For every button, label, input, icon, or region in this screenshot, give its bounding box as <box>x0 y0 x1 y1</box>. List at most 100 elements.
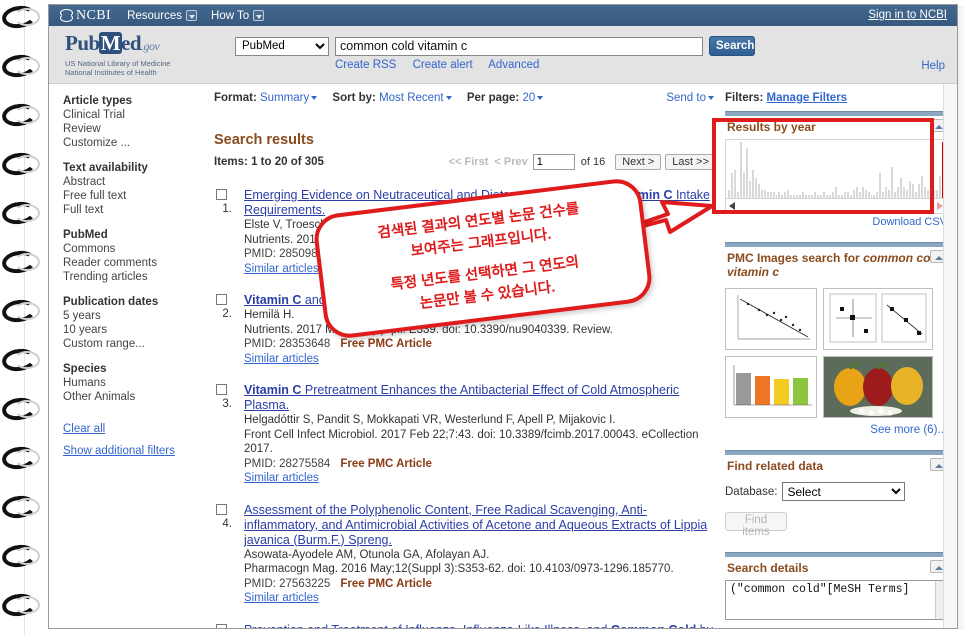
portlet-header: PMC Images search for common cold vitami… <box>725 247 947 284</box>
search-sublinks: Create RSS Create alert Advanced <box>335 59 552 71</box>
filter-item-other-animals[interactable]: Other Animals <box>63 390 203 404</box>
filter-item-5-years[interactable]: 5 years <box>63 309 203 323</box>
format-dropdown[interactable]: Format: Summary <box>214 92 318 104</box>
filter-item-humans[interactable]: Humans <box>63 376 203 390</box>
histogram-bar[interactable] <box>935 190 938 198</box>
filter-item-custom-range[interactable]: Custom range... <box>63 337 203 351</box>
filter-head: Text availability <box>63 162 148 174</box>
sort-value: Most Recent <box>379 92 444 104</box>
filter-item-review[interactable]: Review <box>63 122 203 136</box>
advanced-link[interactable]: Advanced <box>488 59 539 71</box>
related-database-select[interactable]: Select <box>782 482 906 501</box>
clear-all-link[interactable]: Clear all <box>63 423 203 435</box>
result-checkbox[interactable] <box>216 294 227 305</box>
result-item: 5. Prevention and Treatment of Influenza… <box>214 623 714 629</box>
result-checkbox[interactable] <box>216 384 227 395</box>
result-checkbox[interactable] <box>216 189 227 200</box>
notebook-page: NCBI Resources How To Sign in to NCBI Pu… <box>0 0 971 635</box>
result-authors: Asowata-Ayodele AM, Otunola GA, Afolayan… <box>244 548 490 561</box>
filter-item-full-text[interactable]: Full text <box>63 203 203 217</box>
chevron-down-icon <box>311 95 318 100</box>
find-items-button[interactable]: Find items <box>725 512 787 538</box>
pagination: << First < Prev of 16 Next > Last >> <box>449 154 716 170</box>
search-input[interactable] <box>335 36 703 56</box>
sort-dropdown[interactable]: Sort by: Most Recent <box>332 92 452 104</box>
send-to-dropdown[interactable]: Send to <box>666 92 714 104</box>
spiral-ring <box>0 297 46 325</box>
database-row: Database: Select <box>725 482 947 501</box>
menu-how-to[interactable]: How To <box>211 10 265 22</box>
spiral-ring <box>0 346 46 374</box>
spiral-ring <box>0 150 46 178</box>
pager-first[interactable]: << First <box>449 156 489 168</box>
spiral-ring <box>0 444 46 472</box>
pager-last[interactable]: Last >> <box>665 154 716 170</box>
manage-filters-link[interactable]: Manage Filters <box>767 92 848 104</box>
perpage-value: 20 <box>522 92 536 104</box>
result-title[interactable]: Vitamin C Pretreatment Enhances the Anti… <box>244 383 714 413</box>
spiral-ring <box>0 493 46 521</box>
chevron-down-icon <box>537 95 544 100</box>
result-meta: PMID: 27563225 Free PMC Article <box>244 577 714 592</box>
sign-in-link[interactable]: Sign in to NCBI <box>868 9 947 21</box>
thumbnail-two-panel-forest-plot[interactable] <box>823 288 933 350</box>
create-alert-link[interactable]: Create alert <box>413 59 473 71</box>
filter-item-10-years[interactable]: 10 years <box>63 323 203 337</box>
spiral-ring <box>0 101 46 129</box>
see-more-link[interactable]: See more (6)... <box>725 424 947 436</box>
search-details-value: ("common cold"[MeSH Terms] <box>730 583 910 596</box>
filter-item-customize[interactable]: Customize ... <box>63 136 203 150</box>
menu-resources[interactable]: Resources <box>127 9 198 22</box>
per-page-dropdown[interactable]: Per page: 20 <box>467 92 544 104</box>
similar-articles-link[interactable]: Similar articles <box>244 592 319 604</box>
thumbnail-photo-peppers-and-tablets[interactable] <box>823 356 933 418</box>
filter-item-abstract[interactable]: Abstract <box>63 175 203 189</box>
show-additional-filters-link[interactable]: Show additional filters <box>63 445 203 457</box>
pager-next[interactable]: Next > <box>615 154 662 170</box>
filters-line: Filters: Manage Filters <box>725 92 947 104</box>
filter-item-free-full-text[interactable]: Free full text <box>63 189 203 203</box>
result-pmid: PMID: 27563225 <box>244 577 331 590</box>
result-checkbox[interactable] <box>216 623 227 628</box>
menu-resources-label: Resources <box>127 9 183 22</box>
thumbnail-scatter-regression-plot[interactable] <box>725 288 817 350</box>
database-select[interactable]: PubMed <box>235 36 329 56</box>
similar-articles-link[interactable]: Similar articles <box>244 472 319 484</box>
title-post: Pretreatment Enhances the Antibacterial … <box>244 383 680 412</box>
similar-articles-link[interactable]: Similar articles <box>244 263 319 275</box>
database-label: Database: <box>725 485 778 498</box>
ncbi-logo[interactable]: NCBI <box>59 8 111 24</box>
download-csv-link[interactable]: Download CSV <box>725 216 947 228</box>
page-number-input[interactable] <box>532 154 575 170</box>
filter-item-trending-articles[interactable]: Trending articles <box>63 270 203 284</box>
result-checkbox[interactable] <box>216 503 227 515</box>
search-details-portlet: Search details ("common cold"[MeSH Terms… <box>725 552 947 620</box>
ncbi-helix-icon <box>59 9 73 22</box>
result-pmid: PMID: 28353648 <box>244 338 331 350</box>
result-meta: PMID: 28275584 Free PMC Article <box>244 457 714 472</box>
histogram-bar[interactable] <box>938 176 941 198</box>
filter-item-reader-comments[interactable]: Reader comments <box>63 256 203 270</box>
pubmed-logo[interactable]: PubMed.gov US National Library of Medici… <box>65 32 225 77</box>
window-scrollbar[interactable] <box>943 84 957 628</box>
similar-articles-link[interactable]: Similar articles <box>244 353 319 365</box>
result-free-badge: Free PMC Article <box>340 577 432 590</box>
filter-item-commons[interactable]: Commons <box>63 242 203 256</box>
create-rss-link[interactable]: Create RSS <box>335 59 396 71</box>
help-link[interactable]: Help <box>921 60 945 72</box>
spiral-ring <box>0 52 46 80</box>
chevron-down-icon <box>445 95 452 100</box>
search-details-textarea[interactable]: ("common cold"[MeSH Terms] <box>725 580 947 620</box>
result-title[interactable]: Prevention and Treatment of Influenza, I… <box>244 623 714 629</box>
filter-head: PubMed <box>63 229 108 241</box>
title-pre: Prevention and Treatment of Influenza, I… <box>244 623 611 629</box>
annotation-highlight-box <box>712 118 934 214</box>
thumbnail-bar-chart-duration-common-cold[interactable] <box>725 356 817 418</box>
chevron-down-icon <box>708 95 714 100</box>
pager-prev[interactable]: < Prev <box>494 156 527 168</box>
pager-total: of 16 <box>580 156 606 168</box>
result-title[interactable]: Assessment of the Polyphenolic Content, … <box>244 503 714 548</box>
wordmark-ed: ed <box>121 31 142 55</box>
filter-item-clinical-trial[interactable]: Clinical Trial <box>63 108 203 122</box>
search-button[interactable]: Search <box>709 36 755 56</box>
